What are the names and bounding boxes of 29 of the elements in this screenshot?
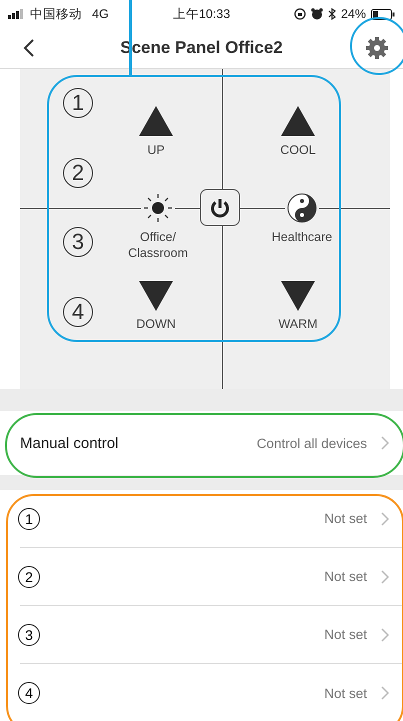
battery-icon — [371, 8, 395, 20]
up-triangle-icon — [281, 106, 315, 136]
power-icon — [209, 196, 231, 218]
up-triangle-icon — [139, 106, 173, 136]
status-time: 上午10:33 — [172, 6, 230, 20]
circled-number: 1 — [63, 88, 93, 118]
alarm-icon — [310, 8, 323, 20]
circled-number: 2 — [63, 158, 93, 188]
power-button[interactable] — [200, 189, 240, 226]
gear-icon — [365, 36, 389, 60]
chevron-right-icon — [381, 512, 389, 526]
chevron-right-icon — [381, 570, 389, 584]
circled-number: 3 — [63, 227, 93, 257]
chevron-right-icon — [381, 436, 389, 450]
network-type: 4G — [92, 7, 109, 21]
rotation-lock-icon — [294, 8, 306, 20]
down-triangle-icon — [139, 281, 173, 311]
bluetooth-icon — [328, 8, 336, 20]
chevron-right-icon — [381, 686, 389, 700]
chevron-right-icon — [381, 628, 389, 642]
carrier-name: 中国移动 — [30, 6, 82, 22]
down-triangle-icon — [281, 281, 315, 311]
settings-button[interactable] — [365, 36, 389, 60]
back-button[interactable] — [22, 38, 36, 58]
signal-icon — [8, 9, 26, 19]
circled-number: 4 — [63, 296, 93, 326]
battery-percent: 24% — [340, 7, 366, 21]
chevron-left-icon — [22, 38, 36, 58]
annotation-circle — [350, 17, 403, 75]
